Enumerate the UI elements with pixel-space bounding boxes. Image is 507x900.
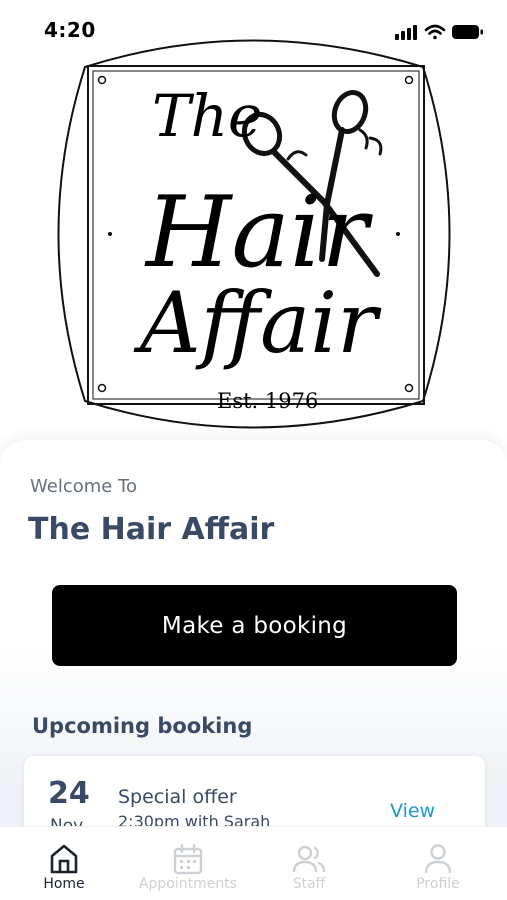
status-time: 4:20 bbox=[44, 18, 96, 42]
nav-staff[interactable]: Staff bbox=[262, 827, 356, 900]
nav-appointments[interactable]: Appointments bbox=[130, 827, 246, 900]
logo-line-affair: Affair bbox=[133, 274, 382, 372]
users-icon bbox=[292, 845, 326, 873]
nav-home-label: Home bbox=[43, 876, 85, 892]
salon-logo: The Hair Affair Est. 1976 bbox=[52, 34, 456, 434]
wifi-icon bbox=[424, 24, 446, 40]
bottom-nav: Home Appointments Staff Profile bbox=[0, 826, 507, 900]
view-booking-link[interactable]: View bbox=[390, 800, 435, 822]
make-booking-button[interactable]: Make a booking bbox=[52, 585, 457, 666]
user-icon bbox=[424, 844, 452, 874]
home-screen: 4:20 The Hair Affair Est. 1976 Welcome T… bbox=[0, 0, 507, 900]
nav-appointments-label: Appointments bbox=[138, 876, 238, 892]
nav-profile-label: Profile bbox=[416, 876, 460, 892]
booking-day: 24 bbox=[48, 776, 90, 811]
home-icon bbox=[50, 844, 78, 874]
upcoming-booking-title: Upcoming booking bbox=[32, 714, 253, 738]
nav-staff-label: Staff bbox=[292, 876, 326, 892]
booking-title: Special offer bbox=[118, 786, 237, 808]
welcome-label: Welcome To bbox=[30, 476, 138, 497]
battery-icon bbox=[452, 25, 483, 39]
logo-est: Est. 1976 bbox=[217, 389, 318, 413]
logo-line-hair: Hair bbox=[144, 176, 373, 290]
status-bar: 4:20 bbox=[0, 0, 507, 60]
salon-name: The Hair Affair bbox=[28, 512, 275, 547]
nav-profile[interactable]: Profile bbox=[390, 827, 486, 900]
status-icons bbox=[395, 22, 485, 42]
calendar-icon bbox=[173, 843, 203, 875]
nav-home[interactable]: Home bbox=[14, 827, 114, 900]
signal-icon bbox=[395, 25, 417, 40]
logo-line-the: The bbox=[152, 82, 262, 150]
